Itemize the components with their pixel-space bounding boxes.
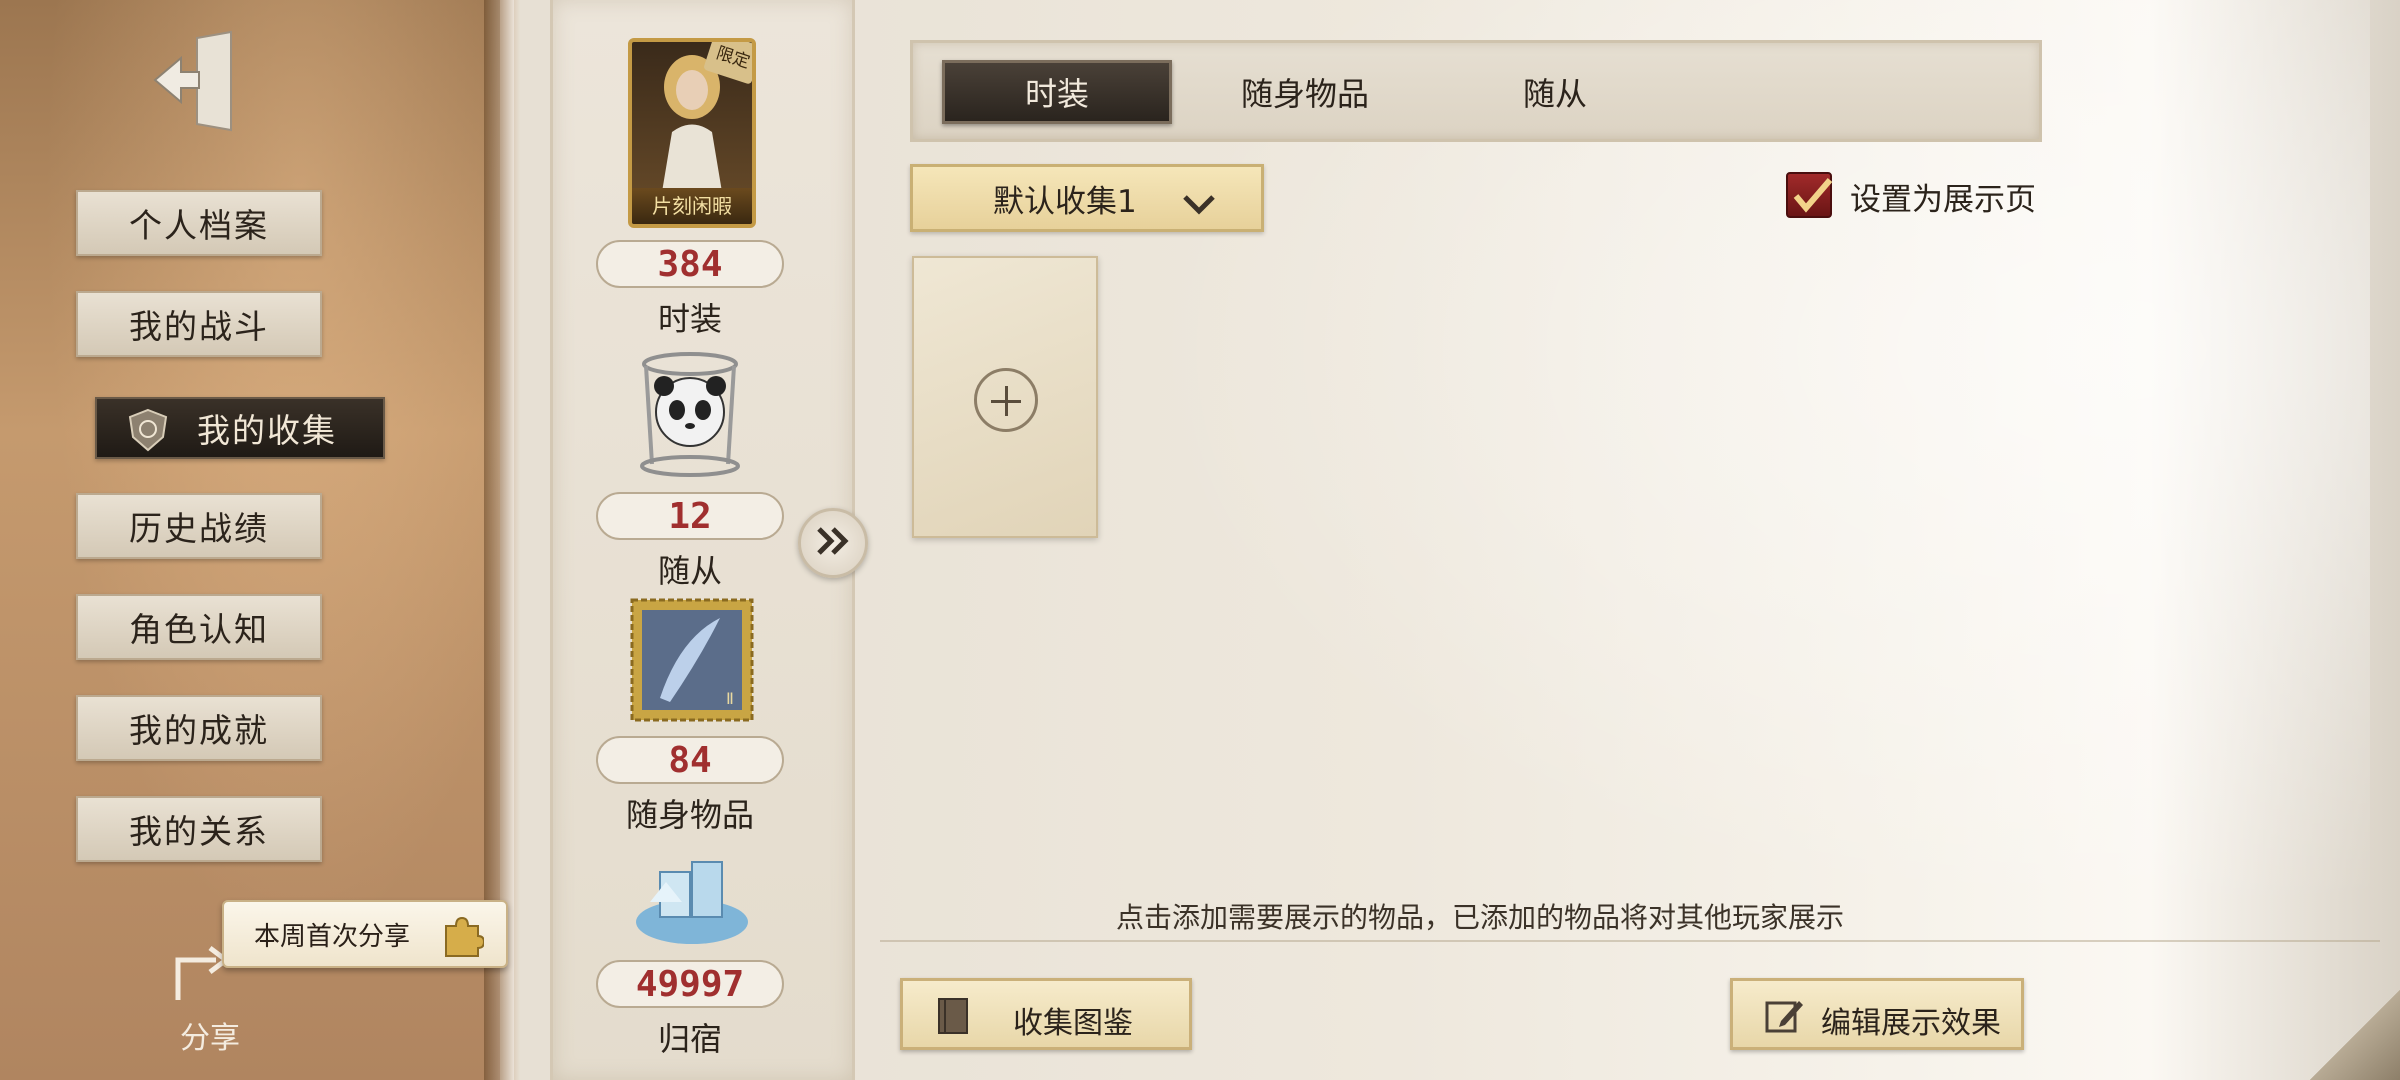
- share-label[interactable]: 分享: [160, 1013, 260, 1057]
- home-label: 归宿: [657, 1020, 722, 1058]
- sidebar-item-relations[interactable]: 我的关系: [76, 796, 322, 862]
- costume-count: 384: [596, 240, 784, 288]
- tab-label: 随身物品: [1240, 75, 1369, 113]
- costume-card[interactable]: 限定 片刻闲暇: [628, 38, 756, 228]
- edit-display-button[interactable]: 编辑展示效果: [1730, 978, 2024, 1050]
- sidebar-item-battle[interactable]: 我的战斗: [76, 291, 322, 357]
- button-label: 编辑展示效果: [1821, 1006, 2001, 1041]
- checkmark-icon: [1788, 178, 1834, 224]
- sidebar-item-profile[interactable]: 个人档案: [76, 190, 322, 256]
- follower-label: 随从: [657, 552, 722, 590]
- accessory-count: 84: [596, 736, 784, 784]
- puzzle-icon: [438, 912, 486, 958]
- accessory-stamp-icon[interactable]: Ⅱ: [630, 598, 754, 722]
- costume-label: 时装: [657, 300, 722, 338]
- home-icon[interactable]: [630, 842, 754, 952]
- svg-text:Ⅱ: Ⅱ: [726, 689, 734, 708]
- tab-label: 时装: [1024, 75, 1089, 113]
- home-count: 49997: [596, 960, 784, 1008]
- costume-card-name: 片刻闲暇: [632, 188, 752, 224]
- sidebar-item-label: 我的关系: [129, 812, 269, 851]
- exit-icon[interactable]: [145, 30, 245, 135]
- double-chevron-right-icon: [813, 521, 853, 565]
- book-icon: [933, 995, 975, 1037]
- button-label: 收集图鉴: [1013, 1006, 1133, 1041]
- tab-accessory[interactable]: 随身物品: [1200, 60, 1410, 124]
- edit-icon: [1763, 995, 1805, 1037]
- collection-guide-button[interactable]: 收集图鉴: [900, 978, 1192, 1050]
- tab-follower[interactable]: 随从: [1460, 60, 1650, 124]
- shield-icon: [125, 407, 171, 453]
- dropdown-value: 默认收集1: [993, 183, 1137, 220]
- sidebar-item-label: 历史战绩: [129, 509, 269, 548]
- plus-icon: [974, 368, 1038, 432]
- page-curl-decoration: [2310, 990, 2400, 1080]
- add-item-slot[interactable]: [912, 256, 1098, 538]
- share-tag-text: 本周首次分享: [254, 921, 411, 952]
- sidebar-item-label: 个人档案: [129, 206, 269, 245]
- sidebar-item-collection[interactable]: 我的收集: [95, 397, 385, 459]
- tab-label: 随从: [1522, 75, 1587, 113]
- follower-count: 12: [596, 492, 784, 540]
- showcase-label[interactable]: 设置为展示页: [1850, 174, 2036, 219]
- sidebar-item-label: 我的收集: [197, 411, 337, 450]
- sidebar-item-label: 角色认知: [129, 610, 269, 649]
- game-screen: 个人档案 我的战斗 我的收集 历史战绩 角色认知 我的成就 我的关系 分享 本周…: [0, 0, 2400, 1080]
- divider: [880, 940, 2380, 942]
- sidebar-item-label: 我的战斗: [129, 307, 269, 346]
- showcase-checkbox[interactable]: [1786, 172, 1833, 218]
- sidebar-item-history[interactable]: 历史战绩: [76, 493, 322, 559]
- accessory-label: 随身物品: [625, 796, 754, 834]
- sidebar-item-achievements[interactable]: 我的成就: [76, 695, 322, 761]
- chevron-down-icon: [1181, 189, 1217, 215]
- panda-follower-icon[interactable]: [622, 344, 758, 480]
- share-reward-tag[interactable]: 本周首次分享: [222, 900, 508, 968]
- sidebar-item-label: 我的成就: [129, 711, 269, 750]
- expand-button[interactable]: [798, 508, 868, 578]
- tab-costume[interactable]: 时装: [942, 60, 1172, 124]
- hint-text: 点击添加需要展示的物品，已添加的物品将对其他玩家展示: [1115, 901, 1844, 934]
- collection-dropdown[interactable]: 默认收集1: [910, 164, 1264, 232]
- sidebar-item-role-knowledge[interactable]: 角色认知: [76, 594, 322, 660]
